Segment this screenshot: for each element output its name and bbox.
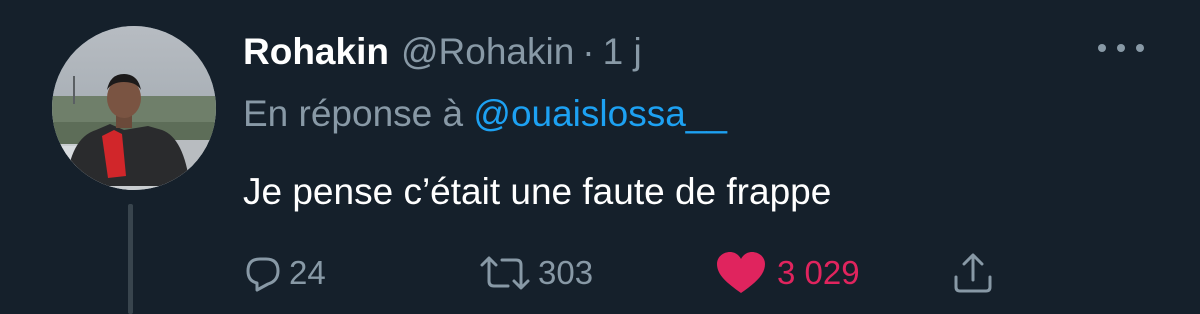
like-count: 3 029: [777, 254, 860, 291]
separator-dot: ·: [582, 31, 595, 72]
tweet-actions: 24 303 3 029: [243, 248, 1043, 298]
user-handle[interactable]: @Rohakin: [401, 28, 574, 76]
timestamp[interactable]: 1 j: [603, 28, 642, 76]
retweet-count: 303: [538, 254, 594, 291]
retweet-icon: [478, 253, 532, 293]
display-name[interactable]: Rohakin: [243, 28, 389, 76]
reply-icon: [243, 253, 283, 293]
reply-mention-link[interactable]: @ouaislossa__: [473, 93, 727, 134]
heart-icon: [715, 251, 767, 295]
share-button[interactable]: [951, 248, 995, 298]
like-button[interactable]: 3 029: [715, 248, 860, 298]
reply-count: 24: [289, 254, 326, 291]
avatar[interactable]: [52, 26, 216, 190]
thread-line: [128, 204, 133, 314]
more-icon[interactable]: [1098, 40, 1144, 56]
tweet[interactable]: Rohakin @Rohakin · 1 j En réponse à @oua…: [0, 0, 1200, 314]
tweet-text: Je pense c’était une faute de frappe: [243, 171, 832, 212]
retweet-button[interactable]: 303: [478, 248, 593, 298]
share-icon: [951, 251, 995, 295]
reply-button[interactable]: 24: [243, 248, 326, 298]
reply-prefix: En réponse à: [243, 93, 464, 134]
tweet-header: Rohakin @Rohakin · 1 j: [243, 28, 642, 76]
reply-context: En réponse à @ouaislossa__: [243, 90, 727, 138]
